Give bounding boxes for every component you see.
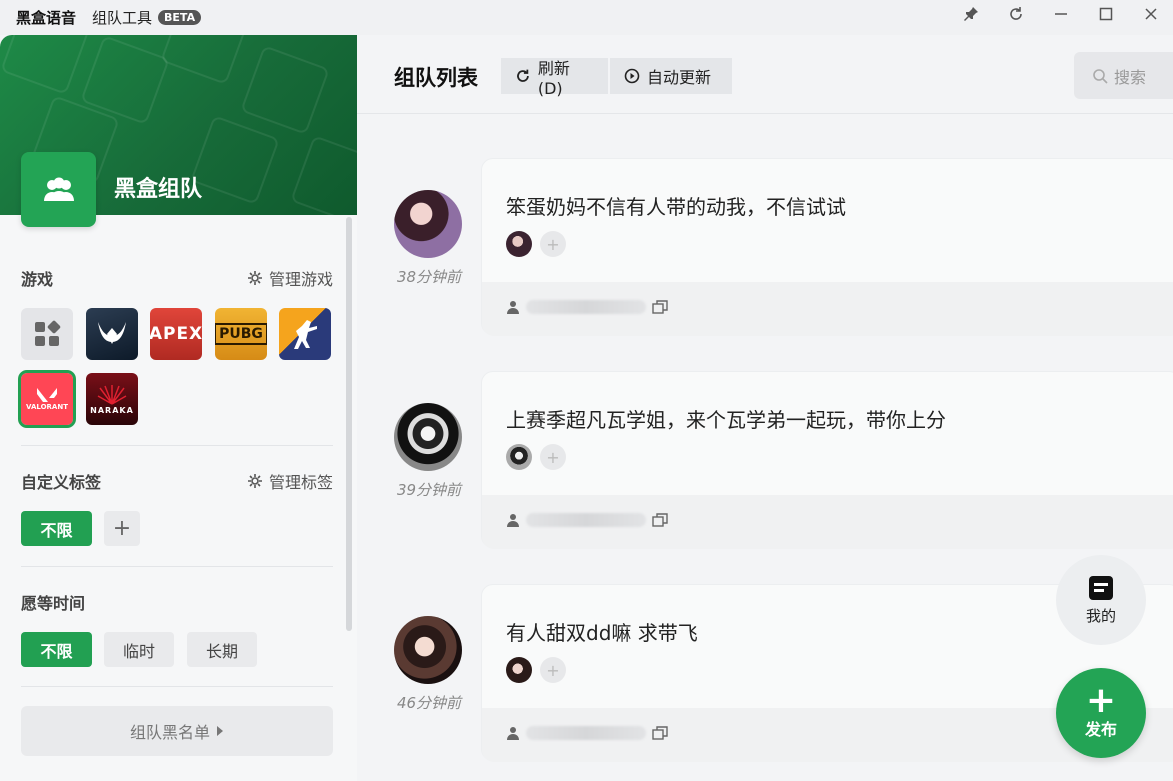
member-avatar[interactable] <box>506 444 532 470</box>
sidebar-scrollbar[interactable] <box>346 217 352 631</box>
main-panel: 组队列表 刷新(D) 自动更新 搜索 38分钟前 笨蛋奶妈不信有人带的动我，不信… <box>357 35 1173 781</box>
blacklist-button[interactable]: 组队黑名单 <box>21 706 333 756</box>
team-icon <box>21 152 96 227</box>
tags-section-title: 自定义标签 <box>21 473 102 492</box>
member-avatar[interactable] <box>506 657 532 683</box>
pin-icon[interactable] <box>948 0 993 28</box>
publish-button[interactable]: + 发布 <box>1056 668 1146 758</box>
manage-games-link[interactable]: 管理游戏 <box>247 266 333 290</box>
games-section-title: 游戏 <box>21 270 54 289</box>
member-avatar[interactable] <box>506 231 532 257</box>
game-pubg[interactable]: PUBG <box>215 308 267 360</box>
close-icon[interactable] <box>1128 0 1173 28</box>
gear-icon <box>247 271 262 285</box>
wait-unlimited-chip[interactable]: 不限 <box>21 632 92 667</box>
post-card[interactable]: 笨蛋奶妈不信有人带的动我，不信试试 + <box>481 158 1173 336</box>
tag-unlimited-chip[interactable]: 不限 <box>21 511 92 546</box>
add-tag-button[interactable]: + <box>104 511 140 546</box>
main-header: 组队列表 刷新(D) 自动更新 搜索 <box>357 35 1173 114</box>
refresh-icon <box>517 69 529 82</box>
join-slot-icon[interactable]: + <box>540 657 566 683</box>
user-icon <box>507 727 519 740</box>
post-time: 39分钟前 <box>396 481 462 499</box>
page-title: 组队列表 <box>394 66 478 90</box>
post-item[interactable]: 46分钟前 有人甜双dd嘛 求带飞 + <box>357 584 1173 764</box>
join-slot-icon[interactable]: + <box>540 444 566 470</box>
blurred-username <box>526 726 646 740</box>
csgo-soldier-icon <box>294 320 317 349</box>
wait-time-section-title: 愿等时间 <box>21 594 86 613</box>
copy-icon[interactable] <box>652 726 668 740</box>
post-item[interactable]: 39分钟前 上赛季超凡瓦学姐，来个瓦学弟一起玩，带你上分 + <box>357 371 1173 551</box>
post-text: 笨蛋奶妈不信有人带的动我，不信试试 <box>506 195 846 219</box>
copy-icon[interactable] <box>652 513 668 527</box>
divider <box>21 566 333 567</box>
apps-icon <box>35 320 61 346</box>
beta-badge: BETA <box>158 10 202 25</box>
publish-label: 发布 <box>1084 720 1117 739</box>
pubg-label: PUBG <box>215 323 267 345</box>
play-circle-icon <box>624 68 640 84</box>
manage-tags-link[interactable]: 管理标签 <box>247 469 333 493</box>
blurred-username <box>526 300 646 314</box>
maximize-icon[interactable] <box>1083 0 1128 28</box>
valorant-logo-icon <box>37 388 57 402</box>
blacklist-label: 组队黑名单 <box>129 723 210 742</box>
gear-icon <box>247 474 262 488</box>
valorant-label: VALORANT <box>26 403 68 411</box>
search-placeholder: 搜索 <box>1114 67 1147 87</box>
game-valorant[interactable]: VALORANT <box>18 370 76 428</box>
user-icon <box>507 514 519 527</box>
apex-label: APEX <box>150 324 202 344</box>
divider <box>21 686 333 687</box>
wait-temporary-chip[interactable]: 临时 <box>104 632 174 667</box>
game-all[interactable] <box>21 308 73 360</box>
post-time: 46分钟前 <box>396 694 462 712</box>
wait-long-term-chip[interactable]: 长期 <box>187 632 257 667</box>
post-time: 38分钟前 <box>396 268 462 286</box>
caret-right-icon <box>217 726 223 736</box>
app-name: 黑盒语音 <box>16 9 77 27</box>
card-icon <box>1089 575 1113 600</box>
team-title: 黑盒组队 <box>114 177 203 202</box>
blurred-username <box>526 513 646 527</box>
game-naraka[interactable]: NARAKA <box>86 373 138 425</box>
minimize-icon[interactable] <box>1038 0 1083 28</box>
post-text: 上赛季超凡瓦学姐，来个瓦学弟一起玩，带你上分 <box>506 408 946 432</box>
game-destiny[interactable] <box>86 308 138 360</box>
post-text: 有人甜双dd嘛 求带飞 <box>506 621 698 645</box>
manage-tags-label: 管理标签 <box>268 473 333 492</box>
avatar[interactable] <box>394 403 462 471</box>
post-item[interactable]: 38分钟前 笨蛋奶妈不信有人带的动我，不信试试 + <box>357 158 1173 338</box>
copy-icon[interactable] <box>652 300 668 314</box>
destiny-logo-icon <box>98 322 126 344</box>
post-card[interactable]: 上赛季超凡瓦学姐，来个瓦学弟一起玩，带你上分 + <box>481 371 1173 549</box>
divider <box>21 445 333 446</box>
game-apex[interactable]: APEX <box>150 308 202 360</box>
auto-update-button[interactable]: 自动更新 <box>610 58 732 94</box>
auto-update-label: 自动更新 <box>647 68 712 87</box>
search-input[interactable]: 搜索 <box>1074 52 1173 99</box>
refresh-label: 刷新(D) <box>537 58 570 98</box>
mine-button[interactable]: 我的 <box>1056 555 1146 645</box>
join-slot-icon[interactable]: + <box>540 231 566 257</box>
sidebar: 黑盒组队 游戏 管理游戏 APEX PUBG VALORANT NARAKA 自… <box>0 35 357 781</box>
title-bar: 黑盒语音 组队工具 BETA <box>0 0 1173 35</box>
avatar[interactable] <box>394 190 462 258</box>
user-icon <box>507 301 519 314</box>
refresh-button[interactable]: 刷新(D) <box>501 58 608 98</box>
plus-icon: + <box>1085 680 1117 721</box>
game-csgo[interactable] <box>279 308 331 360</box>
naraka-label: NARAKA <box>90 405 134 415</box>
naraka-flower-icon <box>97 384 127 405</box>
search-icon <box>1093 68 1108 84</box>
manage-games-label: 管理游戏 <box>268 270 333 289</box>
refresh-window-icon[interactable] <box>993 0 1038 28</box>
tool-name: 组队工具 <box>92 9 153 27</box>
mine-label: 我的 <box>1085 606 1116 625</box>
avatar[interactable] <box>394 616 462 684</box>
